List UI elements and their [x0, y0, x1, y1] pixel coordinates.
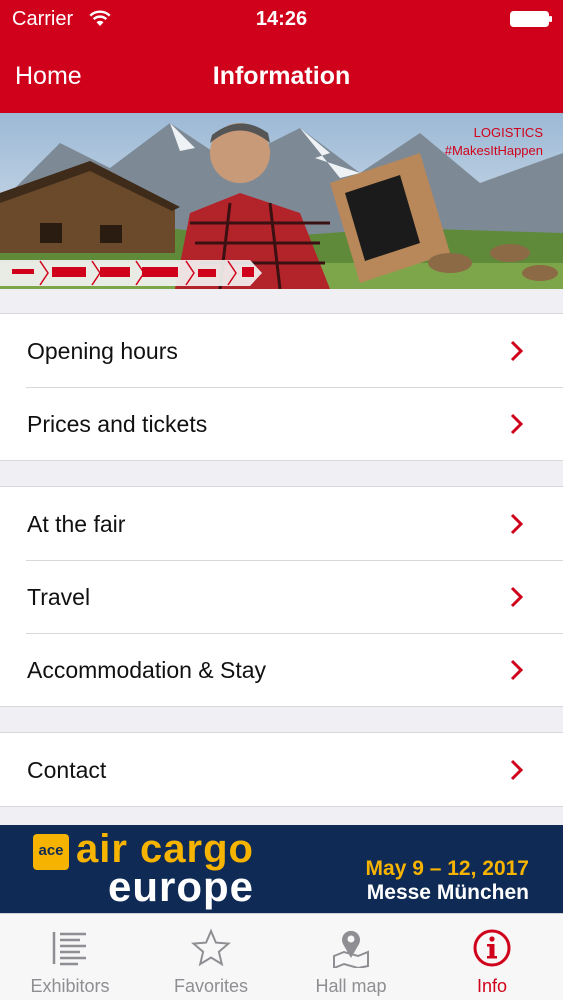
tab-bar: Exhibitors Favorites Hall map Info — [0, 913, 563, 1000]
status-bar: Carrier 14:26 — [0, 0, 563, 40]
ace-logo: ace — [33, 834, 69, 870]
row-label: Prices and tickets — [27, 411, 208, 437]
at-the-fair-row[interactable]: At the fair — [0, 487, 563, 560]
page-title: Information — [212, 62, 351, 90]
tab-label: Hall map — [315, 976, 387, 996]
list-icon — [52, 932, 86, 966]
chevron-right-icon — [510, 659, 524, 681]
row-label: Contact — [27, 757, 107, 783]
hero-banner-image: LOGISTICS #MakesItHappen — [0, 113, 563, 289]
chevron-right-icon — [510, 513, 524, 535]
tab-hall-map[interactable]: Hall map — [281, 914, 421, 1000]
chevron-right-icon — [510, 340, 524, 362]
opening-hours-row[interactable]: Opening hours — [0, 314, 563, 387]
row-label: Accommodation & Stay — [27, 657, 267, 683]
status-time: 14:26 — [255, 8, 308, 30]
ad-date: May 9 – 12, 2017 — [365, 857, 529, 880]
tab-label: Info — [476, 976, 508, 996]
prices-tickets-row[interactable]: Prices and tickets — [0, 387, 563, 460]
chevron-right-icon — [510, 586, 524, 608]
contact-row[interactable]: Contact — [0, 733, 563, 806]
map-pin-icon — [333, 930, 369, 968]
tab-favorites[interactable]: Favorites — [141, 914, 281, 1000]
row-label: Travel — [27, 584, 91, 610]
info-group-1: Opening hours Prices and tickets — [0, 313, 563, 461]
info-group-2: At the fair Travel Accommodation & Stay — [0, 486, 563, 707]
accommodation-stay-row[interactable]: Accommodation & Stay — [0, 633, 563, 706]
chevron-right-icon — [510, 413, 524, 435]
ad-venue: Messe München — [366, 881, 529, 904]
travel-row[interactable]: Travel — [0, 560, 563, 633]
tab-label: Favorites — [173, 976, 249, 996]
banner-tag-hashtag: #MakesItHappen — [444, 143, 543, 158]
info-group-3: Contact — [0, 732, 563, 807]
ad-brand-line2: europe — [108, 863, 255, 910]
tab-exhibitors[interactable]: Exhibitors — [0, 914, 140, 1000]
chevron-right-icon — [510, 759, 524, 781]
tab-label: Exhibitors — [30, 976, 110, 996]
row-label: Opening hours — [27, 338, 178, 364]
star-icon — [191, 928, 231, 967]
banner-tag-logistics: LOGISTICS — [473, 125, 543, 140]
row-label: At the fair — [27, 511, 126, 537]
air-cargo-europe-ad-banner[interactable]: ace air cargo europe May 9 – 12, 2017 Me… — [0, 825, 563, 913]
header: Carrier 14:26 Home Information — [0, 0, 563, 113]
tab-info[interactable]: Info — [422, 914, 562, 1000]
info-icon — [473, 929, 511, 967]
battery-icon — [510, 11, 552, 27]
